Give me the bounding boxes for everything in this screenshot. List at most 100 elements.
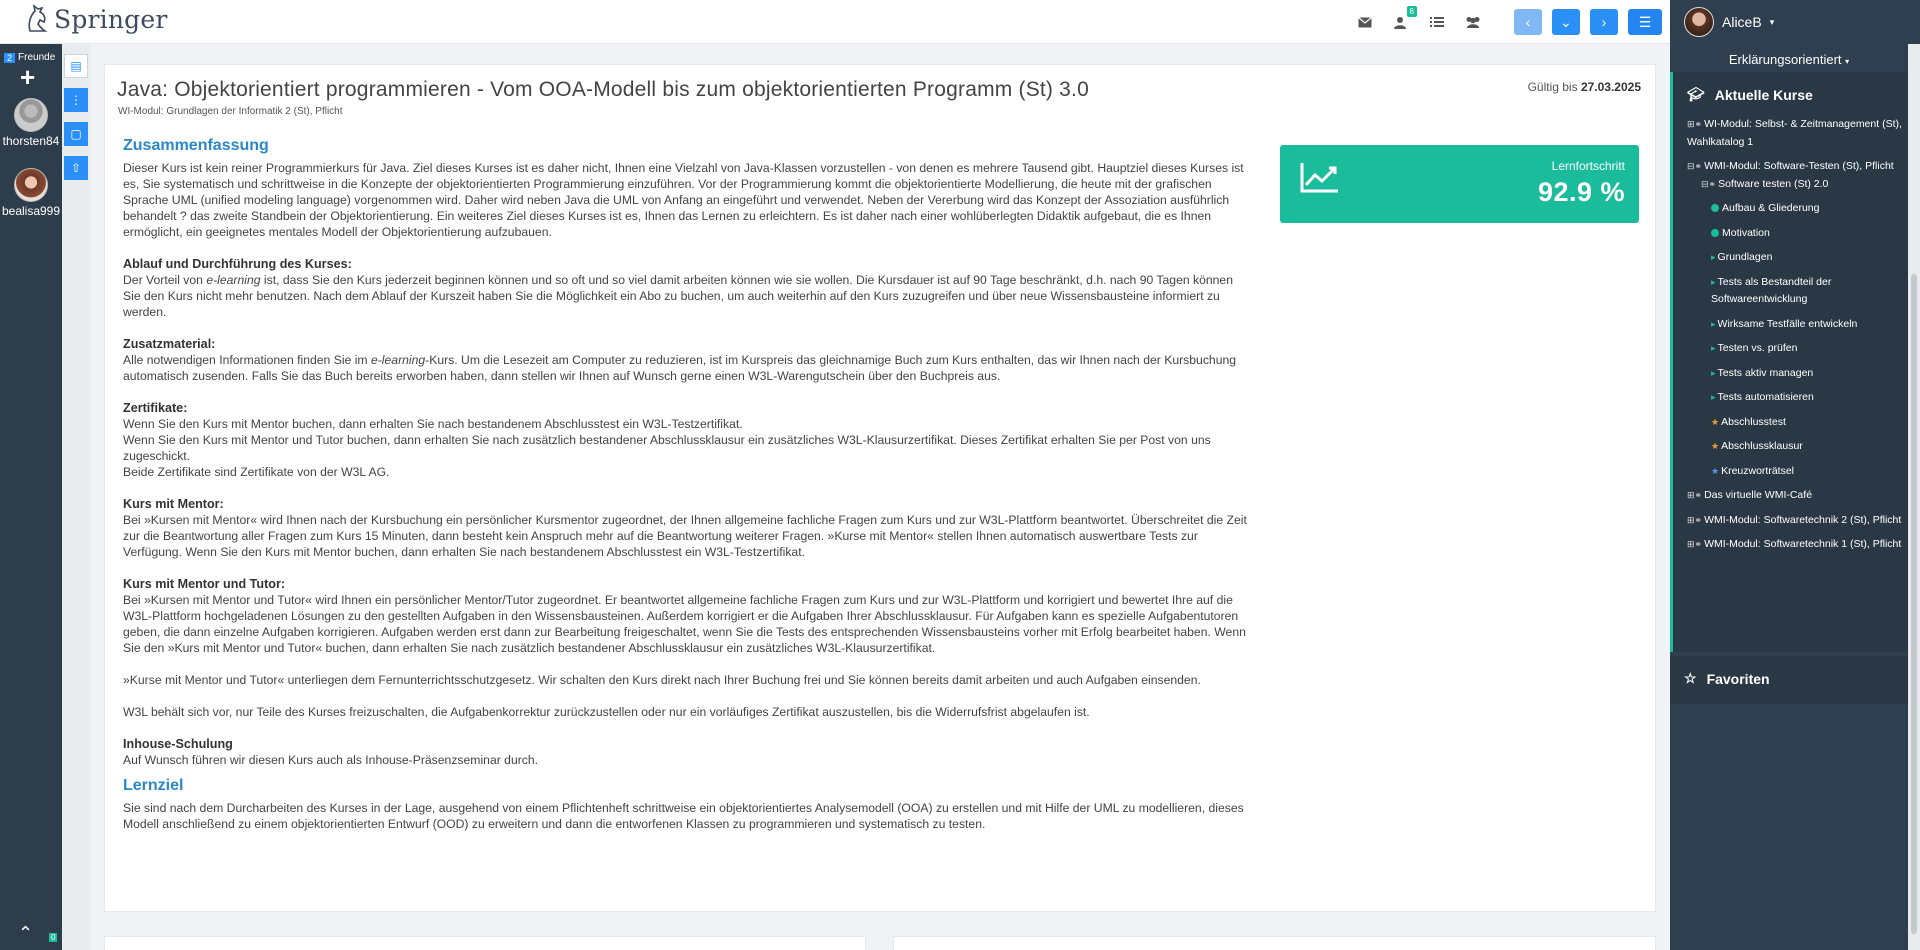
friend-item[interactable]: thorsten84 — [0, 98, 62, 148]
mail-icon[interactable] — [1355, 12, 1375, 32]
tree-item[interactable]: Aufbau & Gliederung — [1687, 200, 1909, 218]
favorites-heading: Favoriten — [1706, 670, 1770, 687]
tree-item[interactable]: ⊞⚭ Das virtuelle WMI-Café — [1687, 487, 1909, 505]
friend-name: bealisa999 — [1, 204, 61, 218]
expand-icon: ⊞⚭ — [1687, 539, 1703, 549]
lower-card-left — [104, 936, 866, 950]
zusatz-text: Alle notwendigen Informationen finden Si… — [123, 352, 1248, 384]
tree-item[interactable]: ⊞⚭ WI-Modul: Selbst- & Zeitmanagement (St… — [1687, 116, 1909, 151]
contacts-icon[interactable]: 8 — [1391, 6, 1417, 32]
note-icon: ▢ — [70, 127, 82, 141]
tree-item[interactable]: ⊟⚭ WMI-Modul: Software-Testen (St), Pflic… — [1687, 158, 1909, 176]
group-icon[interactable] — [1463, 12, 1483, 32]
user-name: AliceB — [1722, 14, 1762, 30]
next-button[interactable]: › — [1590, 9, 1618, 35]
graduation-cap-icon: 🎓︎ — [1687, 86, 1705, 102]
zusatz-heading: Zusatzmaterial: — [123, 337, 216, 351]
tree-item-label: Grundlagen — [1717, 251, 1773, 263]
tool-rail: ▤ ⋮ ▢ ⇧ — [62, 44, 90, 950]
tree-item[interactable]: ▸ Tests aktiv managen — [1687, 365, 1909, 383]
jump-down-button[interactable]: ⌄ — [1552, 9, 1580, 35]
collapse-icon: ⊟⚭ — [1701, 178, 1717, 189]
document-tool[interactable]: ▤ — [64, 54, 88, 78]
tree-item[interactable]: ▸ Tests als Bestandteil der Softwareentwi… — [1687, 274, 1909, 309]
expand-icon: ⊞⚭ — [1687, 490, 1703, 500]
springer-horse-icon — [28, 4, 48, 32]
play-icon: ▸ — [1711, 252, 1716, 262]
tree-item[interactable]: ⊟⚭ Software testen (St) 2.0 — [1687, 176, 1909, 194]
tree-item[interactable]: ★ Abschlussklausur — [1687, 438, 1909, 456]
caret-down-icon: ▾ — [1845, 57, 1850, 66]
play-icon: ▸ — [1711, 276, 1716, 287]
top-bar: Springer 8 ‹ ⌄ › ☰ — [0, 0, 1670, 44]
friend-item[interactable]: bealisa999 — [0, 168, 62, 218]
tree-item[interactable]: ▸ Wirksame Testfälle entwickeln — [1687, 316, 1909, 334]
scroll-up-icon[interactable]: ⌃ — [18, 923, 33, 944]
logo-text: Springer — [54, 4, 168, 34]
friends-rail: 2 Freunde + thorsten84 bealisa999 ⌃ 0 — [0, 44, 62, 950]
progress-label: Lernfortschritt — [1551, 159, 1625, 173]
tree-item[interactable]: ▸ Grundlagen — [1687, 249, 1909, 267]
tree-item[interactable]: ★ Abschlusstest — [1687, 414, 1909, 432]
ablauf-text: Der Vorteil von e-learning ist, dass Sie… — [123, 272, 1248, 320]
sidebar-scrollbar[interactable] — [1908, 44, 1920, 950]
course-card: Java: Objektorientiert programmieren - V… — [104, 64, 1656, 912]
progress-panel: Lernfortschritt 92.9 % — [1280, 145, 1639, 223]
scrollbar-thumb[interactable] — [1911, 274, 1917, 934]
tree-item[interactable]: ▸ Testen vs. prüfen — [1687, 340, 1909, 358]
favorites-panel[interactable]: ☆ Favoriten — [1670, 656, 1908, 704]
ablauf-text-post: ist, dass Sie den Kurs jederzeit beginne… — [123, 273, 1233, 319]
ablauf-emphasis: e-learning — [206, 273, 261, 287]
tutor-text: Bei »Kursen mit Mentor und Tutor« wird I… — [123, 593, 1246, 655]
inhouse-text: Auf Wunsch führen wir diesen Kurs auch a… — [123, 753, 539, 767]
chevron-left-icon: ‹ — [1525, 14, 1531, 30]
summary-text: Dieser Kurs ist kein reiner Programmierk… — [123, 161, 1244, 239]
menu-button[interactable]: ☰ — [1628, 9, 1662, 35]
avatar — [14, 98, 48, 132]
tree-item-label: WI-Modul: Selbst- & Zeitmanagement (St),… — [1687, 118, 1902, 148]
user-menu[interactable]: AliceB ▾ — [1670, 0, 1920, 44]
tree-item-label: Wirksame Testfälle entwickeln — [1717, 317, 1858, 330]
tree-item-label: Abschlusstest — [1721, 415, 1786, 428]
upload-tool[interactable]: ⇧ — [64, 156, 88, 180]
star-icon: ★ — [1711, 441, 1720, 451]
tree-item-label: Testen vs. prüfen — [1717, 342, 1798, 354]
course-subtitle: WI-Modul: Grundlagen der Informatik 2 (S… — [118, 106, 343, 117]
favorites-header: ☆ Favoriten — [1684, 670, 1770, 687]
mode-dropdown[interactable]: Erklärungsorientiert ▾ — [1670, 52, 1908, 67]
note-tool[interactable]: ▢ — [64, 122, 88, 146]
zertifikate-heading: Zertifikate: — [123, 401, 188, 415]
tree-item[interactable]: Motivation — [1687, 225, 1909, 243]
ablauf-heading: Ablauf und Durchführung des Kurses: — [123, 257, 352, 271]
zertifikate-line: Wenn Sie den Kurs mit Mentor und Tutor b… — [123, 433, 1211, 463]
collapse-icon: ⊟⚭ — [1687, 161, 1703, 171]
play-icon: ▸ — [1711, 343, 1716, 353]
course-description: Zusammenfassung Dieser Kurs ist kein rei… — [123, 138, 1248, 832]
status-dot-icon — [1711, 204, 1719, 213]
star-outline-icon: ☆ — [1684, 670, 1697, 686]
summary-heading: Zusammenfassung — [123, 137, 269, 154]
tree-item-label: Motivation — [1722, 226, 1770, 239]
mode-label: Erklärungsorientiert — [1728, 52, 1842, 67]
traffic-light-icon: ⋮ — [70, 93, 82, 107]
tree-item[interactable]: ⊞⚭ WMI-Modul: Softwaretechnik 2 (St), Pfl… — [1687, 512, 1909, 530]
add-friend-icon[interactable]: + — [20, 64, 35, 90]
line-chart-icon — [1300, 163, 1338, 193]
course-title: Java: Objektorientiert programmieren - V… — [117, 78, 1089, 101]
tutor-heading: Kurs mit Mentor und Tutor: — [123, 577, 286, 591]
traffic-light-tool[interactable]: ⋮ — [64, 88, 88, 112]
tree-item[interactable]: ▸ Tests automatisieren — [1687, 389, 1909, 407]
course-tree: ⊞⚭ WI-Modul: Selbst- & Zeitmanagement (St… — [1687, 116, 1909, 561]
tree-item[interactable]: ⊞⚭ WMI-Modul: Softwaretechnik 1 (St), Pfl… — [1687, 536, 1909, 554]
tree-item[interactable]: ★ Kreuzworträtsel — [1687, 463, 1909, 481]
play-icon: ▸ — [1711, 392, 1716, 402]
top-icons: 8 — [1355, 6, 1483, 32]
tree-item-label: Abschlussklausur — [1721, 440, 1803, 452]
expand-icon: ⊞⚭ — [1687, 119, 1703, 129]
current-courses-header[interactable]: 🎓︎ Aktuelle Kurse — [1687, 86, 1813, 103]
list-icon[interactable] — [1427, 12, 1447, 32]
springer-logo[interactable]: Springer — [24, 4, 168, 34]
avatar — [14, 168, 48, 202]
status-dot-icon — [1711, 228, 1719, 237]
prev-button[interactable]: ‹ — [1514, 9, 1542, 35]
